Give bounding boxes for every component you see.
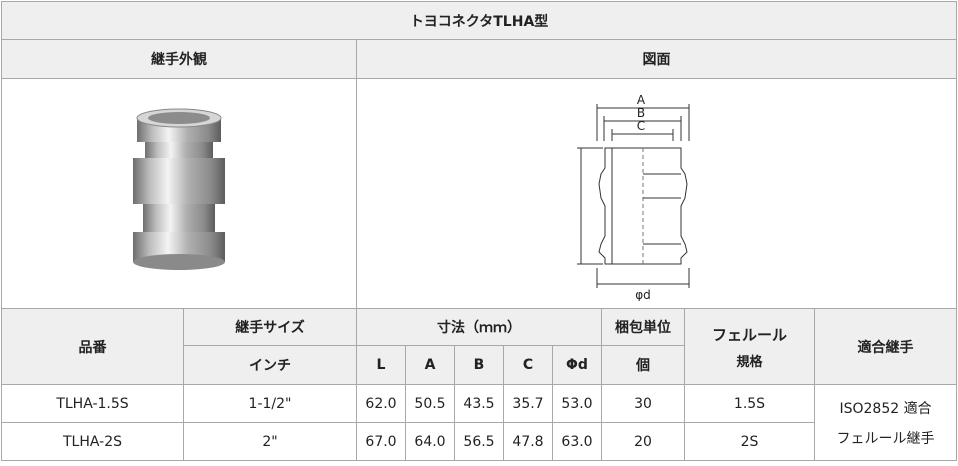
dim-A-cell: 50.5 [405, 384, 455, 423]
dim-L-header: L [356, 345, 406, 385]
dim-L-cell: 67.0 [356, 422, 406, 461]
pack-unit-sub-header: 個 [601, 345, 685, 385]
part-number-cell: TLHA-1.5S [1, 384, 184, 423]
dimensions-header: 寸法（ｍｍ） [356, 308, 602, 346]
dimension-drawing-image: A B C L φd [576, 93, 690, 301]
dim-C-cell: 47.8 [503, 422, 553, 461]
label-d: φd [635, 288, 651, 301]
dim-C-header: C [503, 345, 553, 385]
ferrule-cell: 2S [684, 422, 815, 461]
spec-table: トヨコネクタTLHA型 継手外観 図面 A B C φd 品番 継手サイズ 寸法… [0, 1, 958, 461]
fitting-photo-image [133, 108, 225, 270]
fitting-size-header: 継手サイズ [183, 308, 357, 346]
compatible-line-2: フェルール継手 [836, 430, 935, 447]
dim-C-cell: 35.7 [503, 384, 553, 423]
pack-unit-cell: 30 [601, 384, 685, 423]
dim-B-cell: 56.5 [454, 422, 504, 461]
pack-unit-header: 梱包単位 [601, 308, 685, 346]
ferrule-cell: 1.5S [684, 384, 815, 423]
label-C: C [636, 119, 644, 133]
part-number-cell: TLHA-2S [1, 422, 184, 461]
dim-B-header: B [454, 345, 504, 385]
table-title: トヨコネクタTLHA型 [0, 1, 958, 40]
dimension-drawing: A B C L φd [355, 78, 958, 309]
dim-d-cell: 63.0 [552, 422, 602, 461]
ferrule-header: フェルール 規格 [684, 308, 815, 385]
table-row: TLHA-2S 2" 67.0 64.0 56.5 47.8 63.0 20 2… [1, 422, 957, 461]
inch-header: インチ [183, 345, 357, 385]
compatible-cell: ISO2852 適合 フェルール継手 [813, 384, 958, 461]
inch-cell: 2" [183, 422, 357, 461]
drawing-header: 図面 [355, 39, 958, 79]
dim-B-cell: 43.5 [454, 384, 504, 423]
dim-d-header: Φd [552, 345, 602, 385]
part-number-header: 品番 [1, 308, 184, 385]
fitting-photo [1, 78, 357, 309]
label-B: B [636, 106, 644, 120]
compatible-header: 適合継手 [813, 308, 958, 385]
dim-A-cell: 64.0 [405, 422, 455, 461]
pack-unit-cell: 20 [601, 422, 685, 461]
inch-cell: 1-1/2" [183, 384, 357, 423]
appearance-header: 継手外観 [1, 39, 357, 79]
dim-A-header: A [405, 345, 455, 385]
dim-L-cell: 62.0 [356, 384, 406, 423]
dim-d-cell: 53.0 [552, 384, 602, 423]
label-A: A [636, 93, 645, 107]
table-row: TLHA-1.5S 1-1/2" 62.0 50.5 43.5 35.7 53.… [1, 384, 958, 461]
compatible-line-1: ISO2852 適合 [839, 400, 932, 417]
ferrule-header-label: フェルール [711, 325, 787, 344]
ferrule-header-sub: 規格 [736, 354, 763, 370]
